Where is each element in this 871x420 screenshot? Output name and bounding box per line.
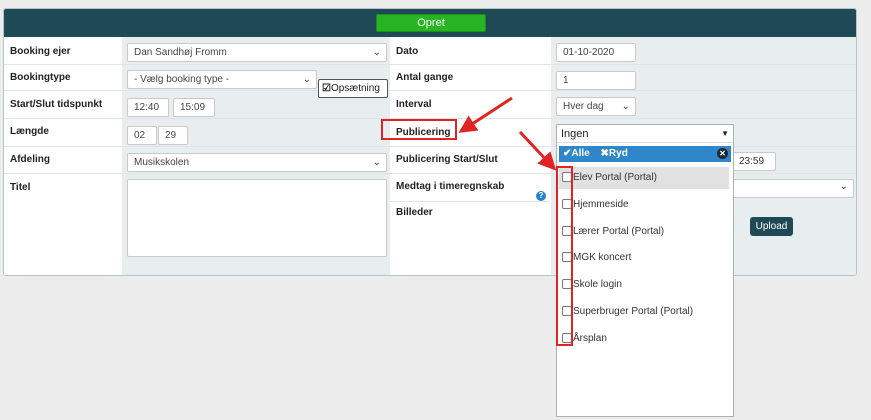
include-accounting-label: Medtag i timeregnskab xyxy=(396,181,505,192)
length-hours-input[interactable]: 02 xyxy=(127,126,157,145)
publishing-value: Ingen xyxy=(561,128,589,140)
count-input[interactable]: 1 xyxy=(556,71,636,90)
option-item[interactable]: Hjemmeside xyxy=(559,194,729,216)
create-button[interactable]: Opret xyxy=(376,14,486,32)
clear-label: Ryd xyxy=(608,148,628,159)
chevron-down-icon: ⌄ xyxy=(621,101,630,112)
option-label: Årsplan xyxy=(573,333,607,344)
clear-link[interactable]: ✖Ryd xyxy=(601,148,628,159)
department-label: Afdeling xyxy=(10,154,50,165)
chevron-down-icon: ⌄ xyxy=(302,74,311,85)
clear-circle-icon[interactable]: ✕ xyxy=(717,148,728,159)
length-label: Længde xyxy=(10,126,49,137)
checkbox-highlight xyxy=(556,166,573,346)
department-value: Musikskolen xyxy=(134,157,190,168)
interval-select[interactable]: Hver dag ⌄ xyxy=(556,97,636,116)
option-label: Skole login xyxy=(573,279,622,290)
option-label: Elev Portal (Portal) xyxy=(573,172,657,183)
interval-value: Hver dag xyxy=(563,101,604,112)
option-item[interactable]: Årsplan xyxy=(559,328,729,350)
option-item[interactable]: Superbruger Portal (Portal) xyxy=(559,301,729,323)
booking-type-value: - Vælg booking type - xyxy=(134,74,230,85)
start-end-label: Start/Slut tidspunkt xyxy=(10,99,103,110)
images-label: Billeder xyxy=(396,207,433,218)
option-item[interactable]: Lærer Portal (Portal) xyxy=(559,221,729,243)
edit-icon: ☑ xyxy=(322,83,331,94)
top-bar: Opret xyxy=(4,9,856,37)
page: Opret Booking ejer Bookingtype Start/Slu… xyxy=(0,0,871,420)
close-icon: ✖ xyxy=(600,148,609,159)
upload-button[interactable]: Upload xyxy=(750,217,793,236)
publishing-end-time-input[interactable]: 23:59 xyxy=(732,152,776,171)
booking-owner-select[interactable]: Dan Sandhøj Fromm ⌄ xyxy=(127,43,387,62)
title-label: Titel xyxy=(10,182,31,193)
length-minutes-input[interactable]: 29 xyxy=(158,126,188,145)
option-item[interactable]: Elev Portal (Portal) xyxy=(559,167,729,189)
select-all-link[interactable]: ✔Alle xyxy=(563,148,590,159)
option-label: Superbruger Portal (Portal) xyxy=(573,306,694,317)
date-input[interactable]: 01-10-2020 xyxy=(556,43,636,62)
department-select[interactable]: Musikskolen ⌄ xyxy=(127,153,387,172)
chevron-down-icon: ⌄ xyxy=(372,157,381,168)
option-item[interactable]: Skole login xyxy=(559,274,729,296)
interval-label: Interval xyxy=(396,99,432,110)
start-time-input[interactable]: 12:40 xyxy=(127,98,169,117)
count-label: Antal gange xyxy=(396,72,454,83)
setup-button[interactable]: ☑Opsætning xyxy=(318,79,388,98)
publishing-start-end-label: Publicering Start/Slut xyxy=(396,154,498,165)
option-label: Hjemmeside xyxy=(573,199,629,210)
option-label: MGK koncert xyxy=(573,252,632,263)
row-divider xyxy=(4,118,390,144)
booking-owner-label: Booking ejer xyxy=(10,46,71,57)
publishing-select-header[interactable]: Ingen ▼ xyxy=(557,125,733,143)
caret-down-icon: ▼ xyxy=(721,129,729,138)
option-item[interactable]: MGK koncert xyxy=(559,247,729,269)
publishing-multiselect[interactable]: Ingen ▼ ✔Alle ✖Ryd ✕ Elev Portal (Portal… xyxy=(556,124,734,417)
publishing-highlight xyxy=(381,119,457,140)
booking-type-select[interactable]: - Vælg booking type - ⌄ xyxy=(127,70,317,89)
title-textarea[interactable] xyxy=(127,179,387,257)
date-label: Dato xyxy=(396,46,419,57)
select-all-label: Alle xyxy=(571,148,590,159)
booking-type-label: Bookingtype xyxy=(10,72,71,83)
accounting-select[interactable]: ⌄ xyxy=(732,179,854,198)
end-time-input[interactable]: 15:09 xyxy=(173,98,215,117)
setup-button-label: Opsætning xyxy=(330,83,380,94)
help-icon[interactable]: ? xyxy=(536,191,546,201)
booking-owner-value: Dan Sandhøj Fromm xyxy=(134,47,227,58)
select-actions-bar: ✔Alle ✖Ryd ✕ xyxy=(559,146,731,162)
option-label: Lærer Portal (Portal) xyxy=(573,226,665,237)
chevron-down-icon: ⌄ xyxy=(839,181,848,192)
chevron-down-icon: ⌄ xyxy=(372,47,381,58)
